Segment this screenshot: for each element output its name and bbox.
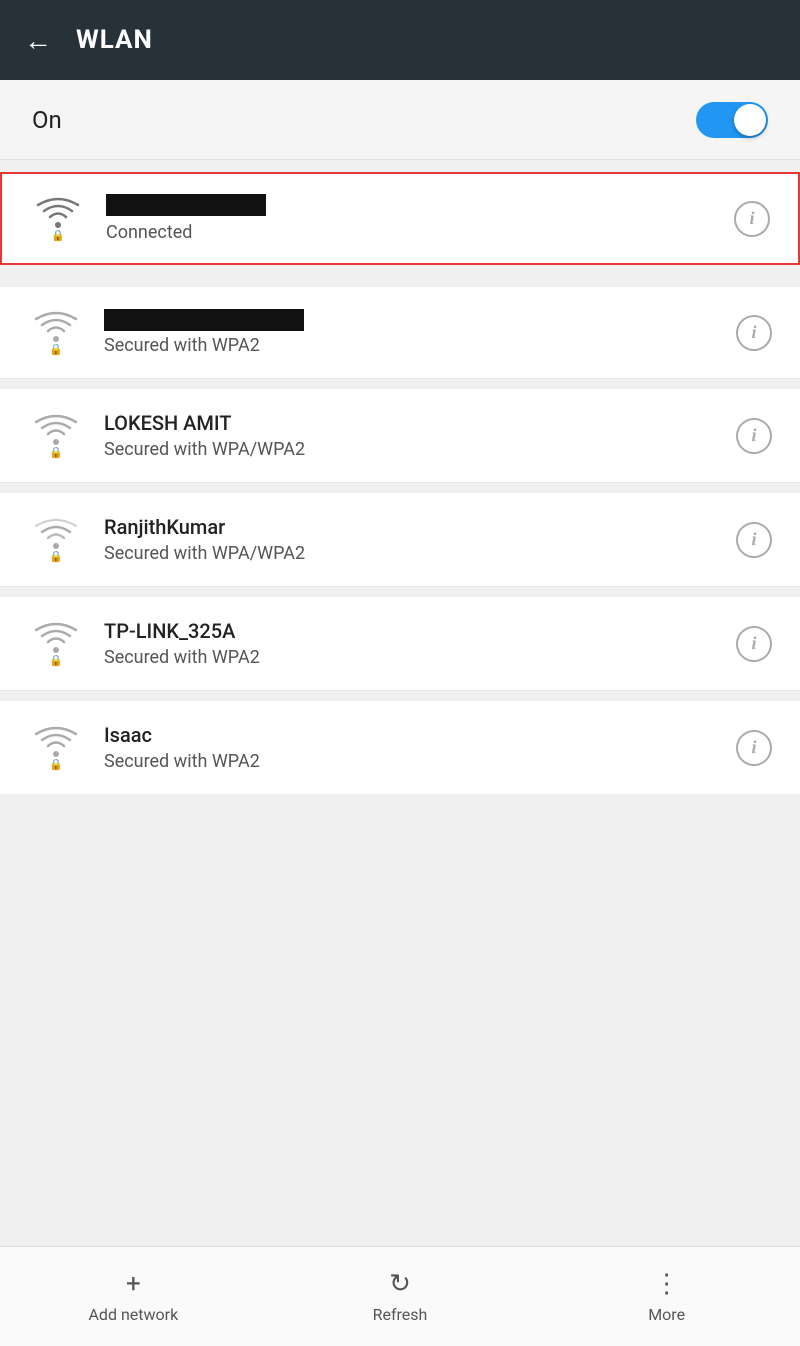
- network-security-2: Secured with WPA/WPA2: [104, 439, 305, 460]
- network-item[interactable]: 🔒 Secured with WPA2 i: [0, 287, 800, 379]
- network-name-4: TP-LINK_325A: [104, 619, 716, 643]
- wifi-lock-icon-connected: 🔒: [51, 229, 65, 242]
- wifi-lock-icon-2: 🔒: [49, 446, 63, 459]
- wlan-on-label: On: [32, 106, 62, 134]
- wifi-arcs-3: [34, 516, 78, 552]
- network-info-4: TP-LINK_325A Secured with WPA2: [104, 619, 716, 668]
- connected-network-name-redacted: [106, 194, 266, 216]
- connected-network-status: Connected: [106, 222, 192, 243]
- network-info-button-5[interactable]: i: [736, 730, 772, 766]
- wifi-lock-icon-4: 🔒: [49, 654, 63, 667]
- network-security-4: Secured with WPA2: [104, 647, 260, 668]
- network-info-2: LOKESH AMIT Secured with WPA/WPA2: [104, 411, 716, 460]
- network-item-ranjith[interactable]: 🔒 RanjithKumar Secured with WPA/WPA2 i: [0, 493, 800, 587]
- wifi-lock-icon-3: 🔒: [49, 550, 63, 563]
- connected-network-item[interactable]: 🔒 Connected i: [0, 172, 800, 265]
- network-security-1: Secured with WPA2: [104, 335, 260, 356]
- network-info-1: Secured with WPA2: [104, 309, 716, 356]
- refresh-icon: ↻: [389, 1269, 411, 1299]
- toggle-knob: [734, 104, 766, 136]
- wifi-arcs-2: [34, 412, 78, 448]
- network-list: 🔒 Secured with WPA2 i 🔒 LOKESH AMIT Secu…: [0, 277, 800, 794]
- add-network-button[interactable]: + Add network: [53, 1257, 213, 1336]
- network-item-tplink[interactable]: 🔒 TP-LINK_325A Secured with WPA2 i: [0, 597, 800, 691]
- refresh-label: Refresh: [373, 1305, 428, 1324]
- network-info-button-4[interactable]: i: [736, 626, 772, 662]
- wifi-signal-icon-1: 🔒: [28, 309, 84, 356]
- wifi-signal-icon-5: 🔒: [28, 724, 84, 771]
- more-button[interactable]: ⋮ More: [587, 1257, 747, 1336]
- connected-network-info-button[interactable]: i: [734, 201, 770, 237]
- wifi-arcs-connected: [36, 195, 80, 231]
- wifi-signal-icon-2: 🔒: [28, 412, 84, 459]
- add-network-icon: +: [126, 1269, 141, 1299]
- network-info-button-1[interactable]: i: [736, 315, 772, 351]
- header: ← WLAN: [0, 0, 800, 80]
- wlan-toggle-row: On: [0, 80, 800, 160]
- wifi-lock-icon-5: 🔒: [49, 758, 63, 771]
- page-title: WLAN: [76, 25, 153, 55]
- wlan-toggle[interactable]: [696, 102, 768, 138]
- network-info-button-3[interactable]: i: [736, 522, 772, 558]
- wifi-arcs-5: [34, 724, 78, 760]
- network-info-button-2[interactable]: i: [736, 418, 772, 454]
- network-name-3: RanjithKumar: [104, 515, 716, 539]
- network-item-lokesh[interactable]: 🔒 LOKESH AMIT Secured with WPA/WPA2 i: [0, 389, 800, 483]
- network-info-3: RanjithKumar Secured with WPA/WPA2: [104, 515, 716, 564]
- wifi-signal-icon-3: 🔒: [28, 516, 84, 563]
- wifi-arcs-4: [34, 620, 78, 656]
- network-item-isaac[interactable]: 🔒 Isaac Secured with WPA2 i: [0, 701, 800, 794]
- network-info-5: Isaac Secured with WPA2: [104, 723, 716, 772]
- network-name-2: LOKESH AMIT: [104, 411, 716, 435]
- network-security-5: Secured with WPA2: [104, 751, 260, 772]
- bottom-toolbar: + Add network ↻ Refresh ⋮ More: [0, 1246, 800, 1346]
- network-security-3: Secured with WPA/WPA2: [104, 543, 305, 564]
- connected-network-info: Connected: [106, 194, 714, 243]
- add-network-label: Add network: [88, 1305, 178, 1324]
- network-name-5: Isaac: [104, 723, 716, 747]
- refresh-button[interactable]: ↻ Refresh: [320, 1257, 480, 1336]
- wifi-signal-icon-connected: 🔒: [30, 195, 86, 242]
- back-button[interactable]: ←: [24, 24, 52, 57]
- more-icon: ⋮: [654, 1269, 680, 1299]
- more-label: More: [648, 1305, 685, 1324]
- network-name-redacted-1: [104, 309, 304, 331]
- wifi-signal-icon-4: 🔒: [28, 620, 84, 667]
- wifi-lock-icon-1: 🔒: [49, 343, 63, 356]
- wifi-arcs-1: [34, 309, 78, 345]
